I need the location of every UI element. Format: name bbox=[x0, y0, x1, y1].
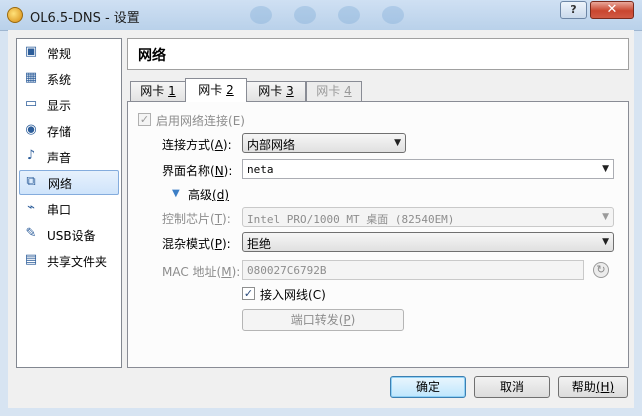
display-icon: ▭ bbox=[24, 96, 38, 111]
settings-dialog: ▣ 常规 ▦ 系统 ▭ 显示 ◉ 存储 ♪ 声音 ⧉ 网络 ⌁ 串口 ✎ USB设备 ▤ 共享文件夹 网络 网卡 … bbox=[8, 30, 634, 408]
system-icon: ▦ bbox=[24, 70, 38, 85]
shared-folder-icon: ▤ bbox=[24, 252, 38, 267]
refresh-mac-icon[interactable]: ↻ bbox=[593, 262, 609, 278]
network-icon: ⧉ bbox=[26, 174, 36, 189]
sidebar-item[interactable]: ◉ 存储 bbox=[19, 118, 119, 143]
window-title: OL6.5-DNS - 设置 bbox=[30, 11, 140, 26]
sidebar-item[interactable]: ⧉ 网络 bbox=[19, 170, 119, 195]
chevron-down-icon: ▼ bbox=[394, 138, 401, 148]
storage-icon: ◉ bbox=[25, 122, 37, 137]
chevron-down-icon: ▼ bbox=[602, 237, 609, 247]
cable-connected-label: 接入网线(C) bbox=[260, 288, 326, 302]
expand-triangle-icon[interactable]: ▼ bbox=[172, 188, 180, 200]
ok-button[interactable]: 确定 bbox=[390, 376, 466, 398]
sidebar-item-label: 系统 bbox=[47, 73, 72, 87]
usb-icon: ✎ bbox=[25, 226, 37, 241]
sidebar-item[interactable]: ▣ 常规 bbox=[19, 40, 119, 65]
sidebar-item-label: 存储 bbox=[47, 125, 72, 139]
tab-adapter-3[interactable]: 网卡 3 bbox=[246, 81, 306, 101]
section-title: 网络 bbox=[138, 48, 166, 64]
audio-icon: ♪ bbox=[26, 148, 36, 163]
tab-adapter-4[interactable]: 网卡 4 bbox=[306, 81, 362, 101]
sidebar-item[interactable]: ▭ 显示 bbox=[19, 92, 119, 117]
cable-connected-checkbox[interactable]: ✓ bbox=[242, 287, 255, 300]
sidebar-item[interactable]: ▦ 系统 bbox=[19, 66, 119, 91]
chevron-down-icon: ▼ bbox=[602, 164, 609, 174]
tab-adapter-1[interactable]: 网卡 1 bbox=[130, 81, 186, 101]
adapter-panel: ✓ 启用网络连接(E) 连接方式(A): 内部网络 ▼ 界面名称(N): net… bbox=[127, 101, 629, 368]
serial-port-icon: ⌁ bbox=[27, 200, 35, 215]
sidebar-item-label: 常规 bbox=[47, 47, 72, 61]
general-icon: ▣ bbox=[24, 44, 38, 59]
attached-to-label: 连接方式(A): bbox=[162, 138, 232, 152]
sidebar-item-label: 共享文件夹 bbox=[47, 255, 108, 269]
help-button[interactable]: 帮助(H) bbox=[558, 376, 628, 398]
promiscuous-mode-select[interactable]: 拒绝 ▼ bbox=[242, 232, 614, 252]
background-toolbar bbox=[250, 0, 490, 30]
sidebar-item-label: 显示 bbox=[47, 99, 72, 113]
sidebar-item[interactable]: ⌁ 串口 bbox=[19, 196, 119, 221]
virtualbox-icon bbox=[7, 7, 23, 23]
settings-sidebar: ▣ 常规 ▦ 系统 ▭ 显示 ◉ 存储 ♪ 声音 ⧉ 网络 ⌁ 串口 ✎ USB设备 ▤ 共享文件夹 bbox=[16, 38, 122, 368]
tab-adapter-2[interactable]: 网卡 2 bbox=[185, 78, 247, 102]
adapter-type-select[interactable]: Intel PRO/1000 MT 桌面 (82540EM) ▼ bbox=[242, 207, 614, 227]
sidebar-item-label: 网络 bbox=[48, 177, 73, 191]
mac-address-label: MAC 地址(M): bbox=[162, 265, 241, 279]
sidebar-item[interactable]: ▤ 共享文件夹 bbox=[19, 248, 119, 273]
advanced-toggle[interactable]: 高级(d) bbox=[188, 186, 229, 203]
mac-address-field[interactable]: 080027C6792B bbox=[242, 260, 584, 280]
promiscuous-mode-label: 混杂模式(P): bbox=[162, 237, 231, 251]
close-window-button[interactable]: ✕ bbox=[590, 1, 634, 19]
adapter-type-label: 控制芯片(T): bbox=[162, 212, 231, 226]
sidebar-item-label: 声音 bbox=[47, 151, 72, 165]
enable-adapter-checkbox[interactable]: ✓ bbox=[138, 113, 151, 126]
cancel-button[interactable]: 取消 bbox=[474, 376, 550, 398]
title-bar: OL6.5-DNS - 设置 ? ✕ bbox=[0, 0, 642, 31]
sidebar-item[interactable]: ♪ 声音 bbox=[19, 144, 119, 169]
attached-to-select[interactable]: 内部网络 ▼ bbox=[242, 133, 406, 153]
interface-name-label: 界面名称(N): bbox=[162, 164, 233, 178]
interface-name-combobox[interactable]: neta ▼ bbox=[242, 159, 614, 179]
port-forwarding-button[interactable]: 端口转发(P) bbox=[242, 309, 404, 331]
sidebar-item-label: USB设备 bbox=[47, 229, 96, 243]
section-header: 网络 bbox=[127, 38, 629, 70]
help-window-button[interactable]: ? bbox=[560, 1, 587, 19]
sidebar-item-label: 串口 bbox=[47, 203, 72, 217]
chevron-down-icon: ▼ bbox=[602, 212, 609, 222]
enable-adapter-label: 启用网络连接(E) bbox=[156, 114, 245, 128]
sidebar-item[interactable]: ✎ USB设备 bbox=[19, 222, 119, 247]
